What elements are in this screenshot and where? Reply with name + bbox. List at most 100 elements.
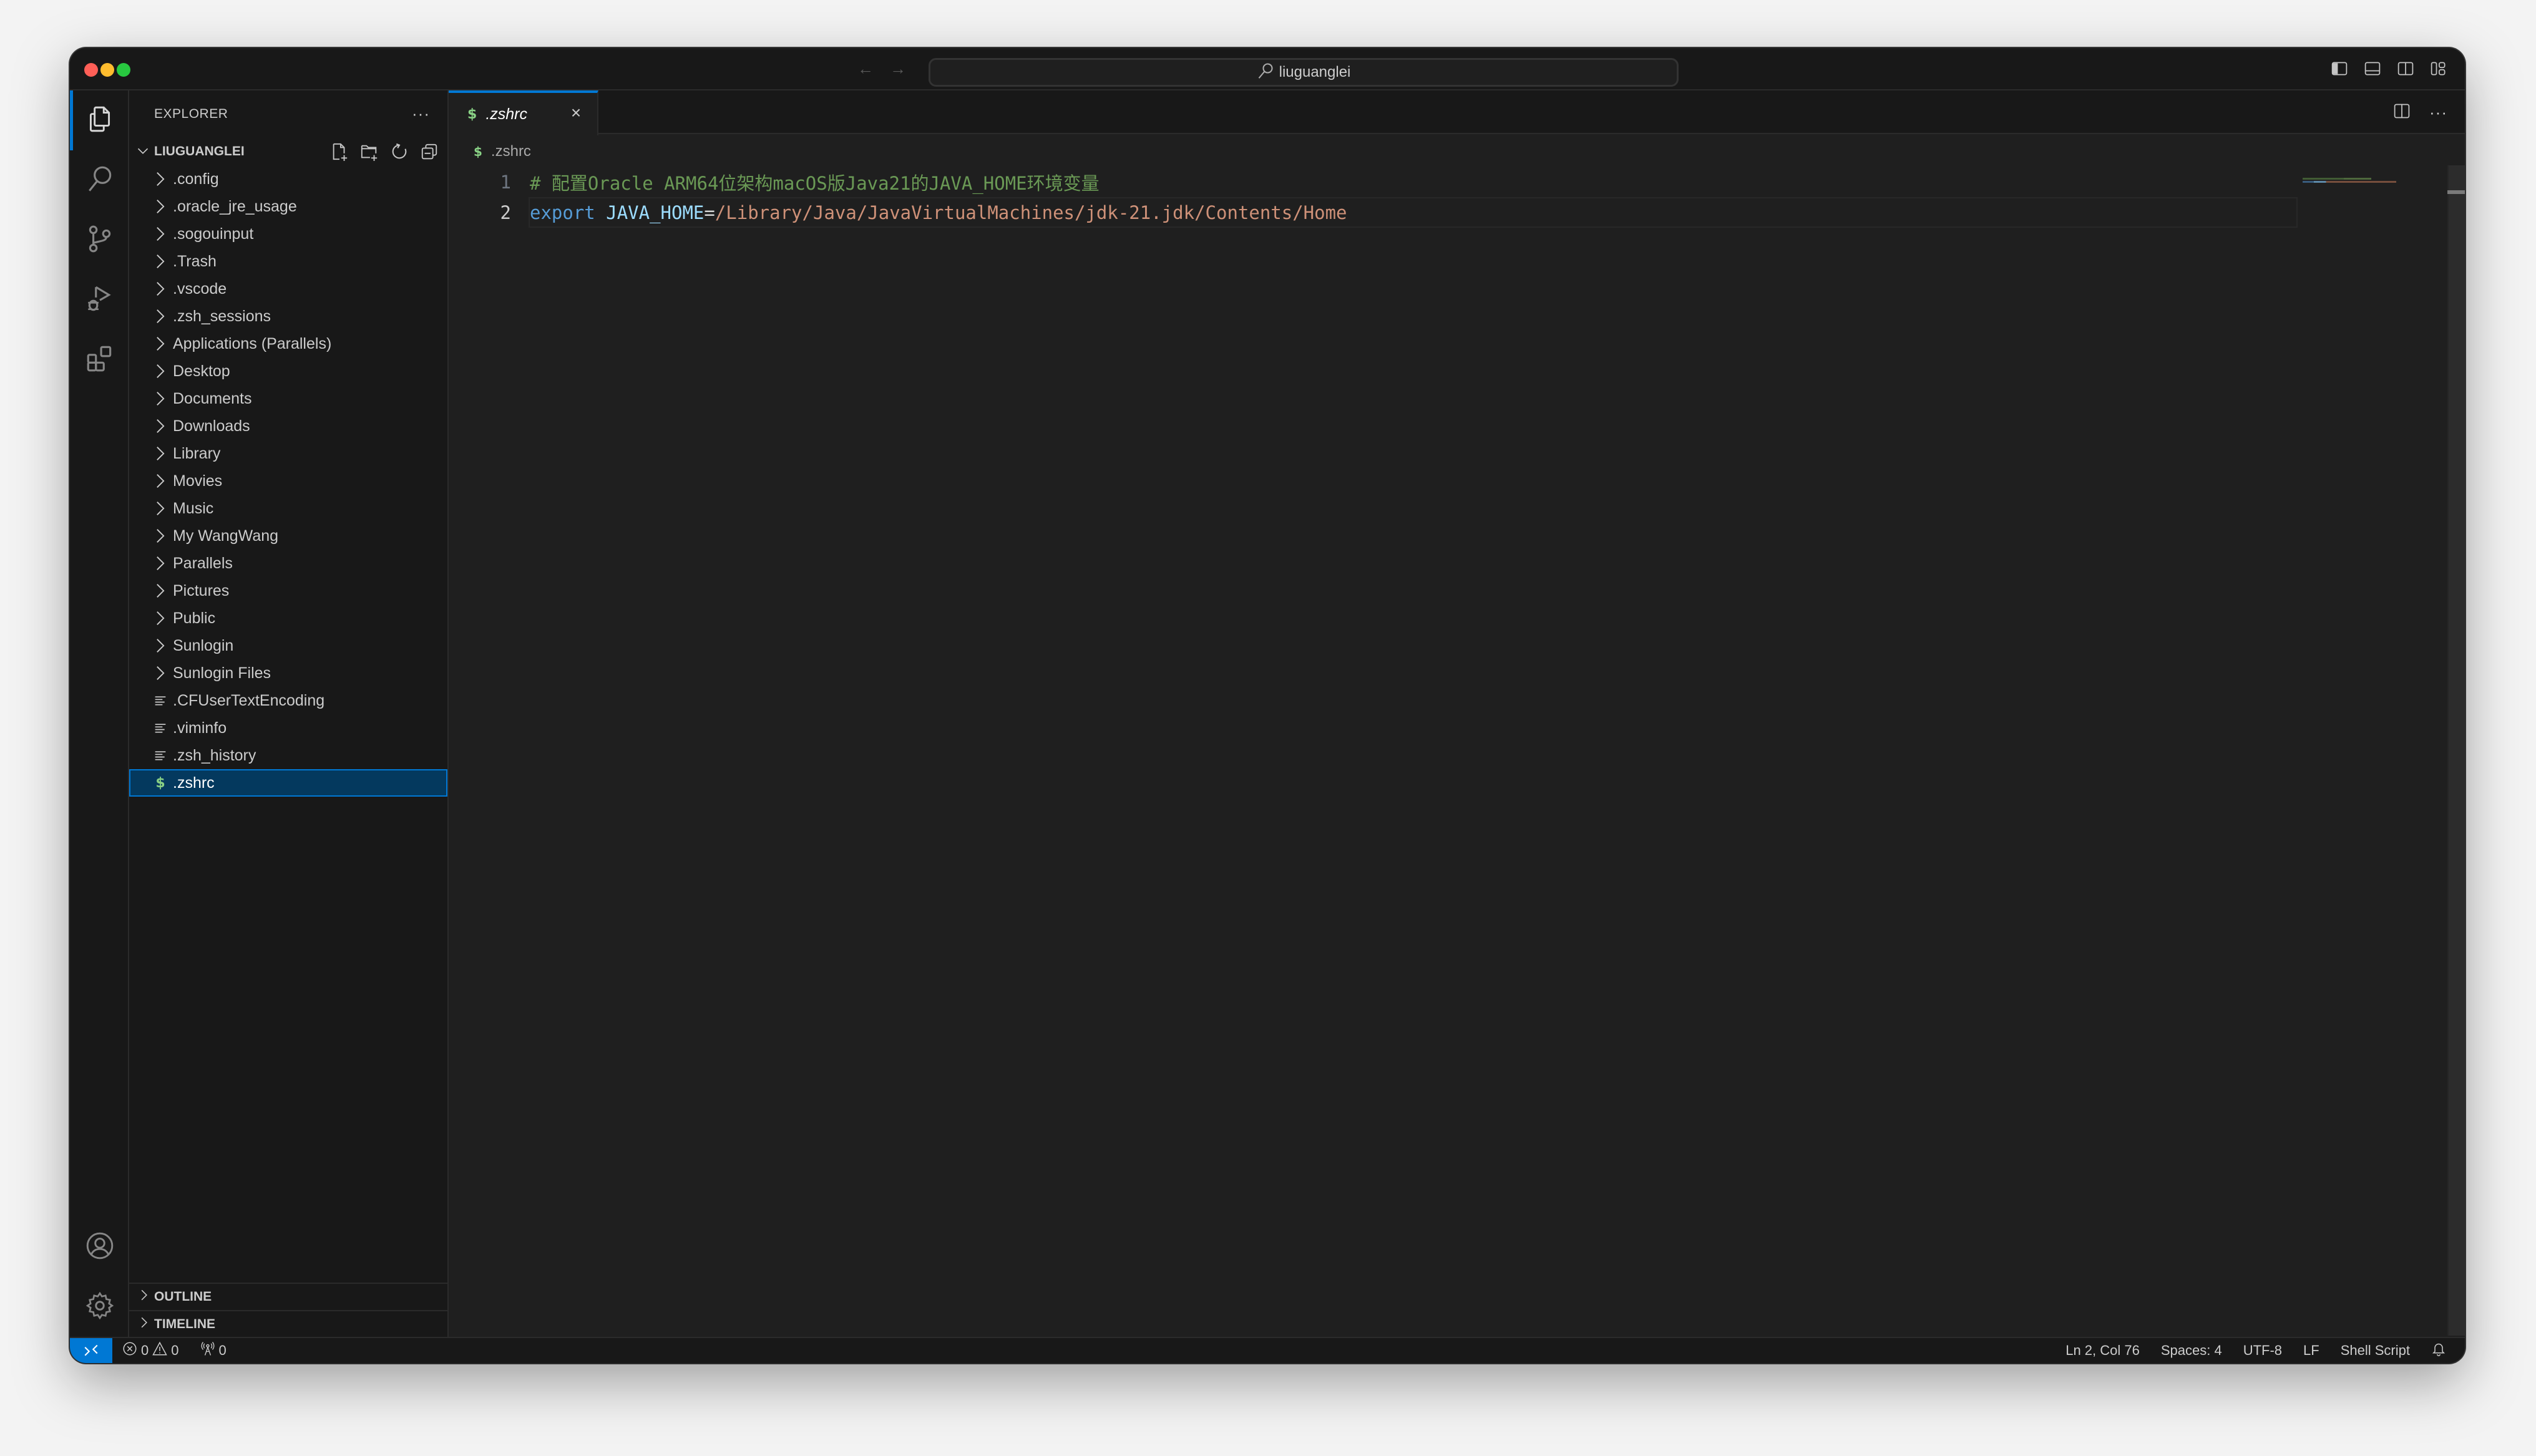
more-actions-icon[interactable]: ··· <box>2429 103 2447 122</box>
refresh-icon[interactable] <box>390 142 409 165</box>
more-actions-icon[interactable]: ··· <box>412 104 430 124</box>
workspace-root[interactable]: LIUGUANGLEI <box>129 138 447 165</box>
toggle-secondary-sidebar-icon[interactable] <box>2397 59 2414 78</box>
activity-explorer[interactable] <box>70 90 129 150</box>
tree-folder[interactable]: .sogouinput <box>129 220 447 248</box>
cursor-position[interactable]: Ln 2, Col 76 <box>2065 1342 2140 1359</box>
tree-folder[interactable]: .vscode <box>129 275 447 303</box>
arrow-right-icon[interactable]: → <box>889 59 907 78</box>
close-window-button[interactable] <box>84 63 98 77</box>
chevron-right-icon <box>152 419 169 434</box>
activity-search[interactable] <box>70 150 129 210</box>
chevron-right-icon <box>129 1317 154 1332</box>
tree-folder[interactable]: .oracle_jre_usage <box>129 193 447 220</box>
remote-indicator[interactable] <box>70 1338 112 1363</box>
activity-source-control[interactable] <box>70 210 129 270</box>
tree-file[interactable]: .zsh_history <box>129 742 447 769</box>
toggle-panel-icon[interactable] <box>2364 59 2381 78</box>
collapse-all-icon[interactable] <box>420 142 439 165</box>
code-line[interactable]: 2 export JAVA_HOME=/Library/Java/JavaVirt… <box>449 197 2465 228</box>
tree-file[interactable]: .viminfo <box>129 714 447 742</box>
chevron-right-icon <box>152 528 169 543</box>
tree-item-label: .zshrc <box>173 774 215 792</box>
activity-manage[interactable] <box>70 1277 129 1337</box>
line-number: 2 <box>500 201 511 223</box>
tree-folder[interactable]: Sunlogin <box>129 632 447 659</box>
chevron-right-icon <box>152 611 169 626</box>
tree-item-label: Library <box>173 444 221 462</box>
tree-folder[interactable]: .config <box>129 165 447 193</box>
ports-icon[interactable] <box>200 1341 215 1360</box>
encoding[interactable]: UTF-8 <box>2243 1342 2282 1359</box>
command-center-search[interactable]: liuguanglei <box>929 58 1679 87</box>
tree-folder[interactable]: Sunlogin Files <box>129 659 447 687</box>
minimize-window-button[interactable] <box>100 63 114 77</box>
activity-accounts[interactable] <box>70 1217 129 1277</box>
tree-folder[interactable]: Downloads <box>129 412 447 440</box>
split-editor-icon[interactable] <box>2393 102 2411 124</box>
chevron-right-icon <box>152 309 169 324</box>
tree-folder[interactable]: Pictures <box>129 577 447 604</box>
tree-folder[interactable]: Movies <box>129 467 447 495</box>
chevron-right-icon <box>152 501 169 516</box>
line-content: # 配置Oracle ARM64位架构macOS版Java21的JAVA_HOM… <box>530 169 1100 195</box>
tree-folder[interactable]: .zsh_sessions <box>129 303 447 330</box>
language-mode[interactable]: Shell Script <box>2341 1342 2410 1359</box>
tree-folder[interactable]: My WangWang <box>129 522 447 550</box>
tree-item-label: .viminfo <box>173 719 227 737</box>
explorer-header: EXPLORER ··· <box>129 90 447 138</box>
chevron-right-icon <box>152 556 169 571</box>
tab-zshrc[interactable]: $ .zshrc × <box>449 90 598 135</box>
text-file-icon <box>152 693 169 708</box>
workspace-root-label: LIUGUANGLEI <box>154 144 245 158</box>
outline-section-header[interactable]: OUTLINE <box>129 1283 447 1309</box>
tree-item-label: Movies <box>173 472 223 490</box>
tree-folder[interactable]: Documents <box>129 385 447 412</box>
text-file-icon <box>152 721 169 735</box>
search-icon <box>84 163 115 198</box>
chevron-right-icon <box>152 199 169 214</box>
arrow-left-icon[interactable]: ← <box>856 59 875 78</box>
tree-item-label: .sogouinput <box>173 225 254 243</box>
editor-group: $ .zshrc × ··· $ .zshrc 1 # 配置Oracle ARM6… <box>449 90 2465 1337</box>
customize-layout-icon[interactable] <box>2430 59 2447 78</box>
token-op <box>595 202 606 223</box>
bell-icon[interactable] <box>2431 1341 2446 1361</box>
breadcrumb: $ .zshrc <box>474 140 531 163</box>
new-file-icon[interactable] <box>330 142 349 165</box>
timeline-section-header[interactable]: TIMELINE <box>129 1310 447 1337</box>
problems-indicator[interactable]: 0 0 0 <box>122 1338 227 1363</box>
text-file-icon <box>152 748 169 763</box>
tree-folder[interactable]: Music <box>129 495 447 522</box>
tree-folder[interactable]: Desktop <box>129 357 447 385</box>
chevron-right-icon <box>129 1289 154 1304</box>
breadcrumb-item[interactable]: .zshrc <box>491 143 531 160</box>
indentation[interactable]: Spaces: 4 <box>2161 1342 2222 1359</box>
code-editor[interactable]: 1 # 配置Oracle ARM64位架构macOS版Java21的JAVA_HO… <box>449 167 2465 228</box>
tree-folder[interactable]: Library <box>129 440 447 467</box>
chevron-down-icon <box>129 144 154 159</box>
timeline-label: TIMELINE <box>154 1316 215 1331</box>
tree-file[interactable]: $ .zshrc <box>129 769 447 797</box>
toggle-primary-sidebar-icon[interactable] <box>2331 59 2348 78</box>
activity-extensions[interactable] <box>70 330 129 390</box>
vertical-scrollbar[interactable] <box>2447 165 2465 1336</box>
token-keyword: export <box>530 201 595 223</box>
new-folder-icon[interactable] <box>360 142 379 165</box>
minimap[interactable] <box>2303 178 2396 184</box>
chevron-right-icon <box>152 226 169 241</box>
end-of-line[interactable]: LF <box>2303 1342 2319 1359</box>
run-debug-icon <box>84 283 115 318</box>
explorer-sidebar: EXPLORER ··· LIUGUANGLEI .config .oracle… <box>129 90 449 1337</box>
tree-folder[interactable]: Parallels <box>129 550 447 577</box>
maximize-window-button[interactable] <box>117 63 130 77</box>
tree-folder[interactable]: Applications (Parallels) <box>129 330 447 357</box>
tree-item-label: .CFUserTextEncoding <box>173 691 325 709</box>
tree-folder[interactable]: .Trash <box>129 248 447 275</box>
tree-file[interactable]: .CFUserTextEncoding <box>129 687 447 714</box>
activity-run-debug[interactable] <box>70 270 129 330</box>
tree-folder[interactable]: Public <box>129 604 447 632</box>
code-line[interactable]: 1 # 配置Oracle ARM64位架构macOS版Java21的JAVA_HO… <box>449 167 2465 197</box>
scrollbar-cursor-marker <box>2447 190 2465 194</box>
close-icon[interactable]: × <box>566 103 586 123</box>
